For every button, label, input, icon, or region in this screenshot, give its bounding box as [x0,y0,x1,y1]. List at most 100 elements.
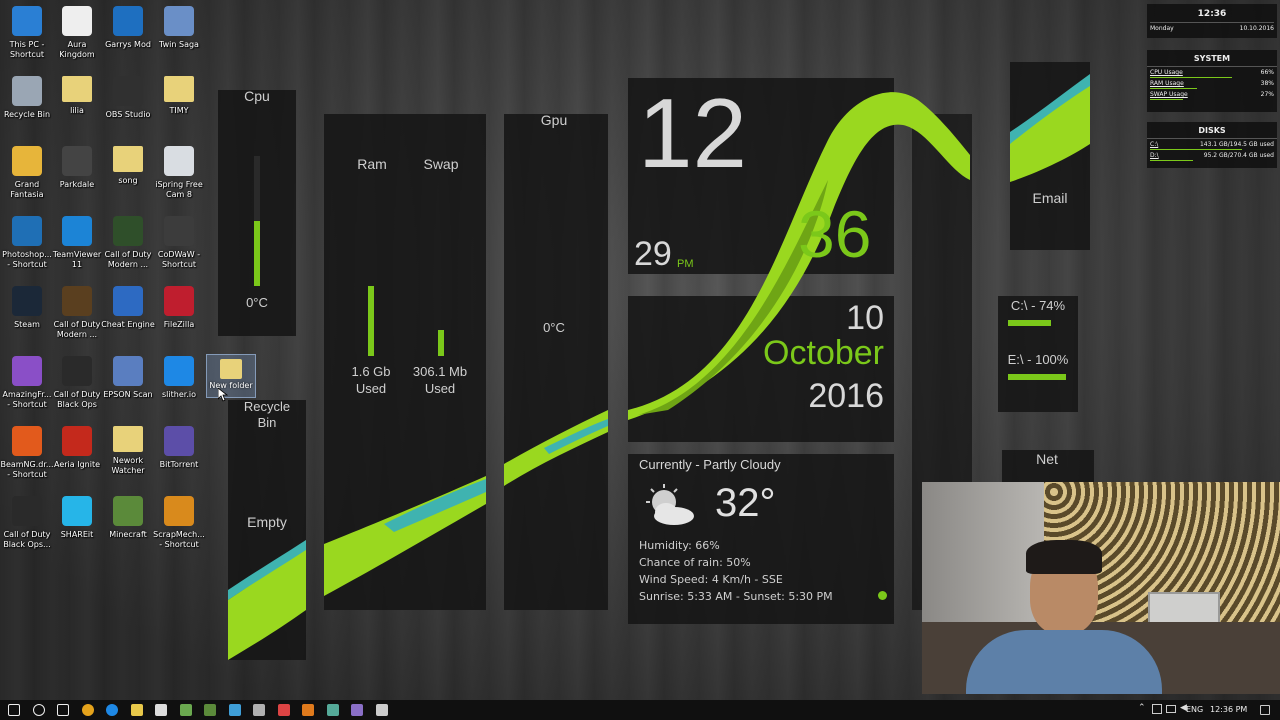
desktop-icon[interactable]: Recycle Bin [0,76,54,120]
desktop-icon[interactable]: This PC - Shortcut [0,6,54,60]
desktop-icon-label: Parkdale [59,180,95,189]
desktop-icon-label: Garrys Mod [105,40,151,49]
desktop-icon-new-folder[interactable]: New folder [206,354,256,398]
language-indicator[interactable]: ENG [1186,705,1203,714]
desktop-icon-label: Minecraft [109,530,147,539]
desktop-icon[interactable]: CoDWaW - Shortcut [152,216,206,270]
disk-usage-bar [1150,160,1194,161]
desktop-icon[interactable]: BeamNG.dr... - Shortcut [0,426,54,480]
weather-rain-chance: Chance of rain: 50% [639,556,751,569]
disk-label: D:\ [1150,152,1159,159]
desktop-icon[interactable]: Call of Duty Black Ops [50,356,104,410]
app-icon[interactable] [351,704,363,716]
desktop-icon[interactable]: Call of Duty Modern ... [50,286,104,340]
desktop-icon[interactable]: FileZilla [152,286,206,330]
disk-row: D:\ 95.2 GB/270.4 GB used [1147,150,1277,160]
task-view-icon[interactable] [57,704,69,716]
green-swoosh-decoration [228,540,306,660]
desktop-icon[interactable]: lilia [50,76,104,116]
notification-icon[interactable] [1260,705,1270,715]
desktop-icon[interactable]: iSpring Free Cam 8 [152,146,206,200]
desktop-icon[interactable]: Grand Fantasia [0,146,54,200]
weather-status-dot [878,591,887,600]
desktop-icon[interactable]: Twin Saga [152,6,206,50]
steam-icon[interactable] [375,704,388,716]
usage-value: 38% [1260,80,1274,87]
desktop-icon[interactable]: AmazingFr... - Shortcut [0,356,54,410]
tray-chevron-icon[interactable]: ⌃ [1138,703,1146,713]
drive-c-track [1008,320,1066,326]
drive-e-bar [1008,374,1066,380]
desktop-icon-label: Call of Duty Black Ops [53,390,101,409]
app-icon[interactable] [228,704,241,716]
desktop-icon-label: Recycle Bin [3,110,51,119]
desktop-icon-label: OBS Studio [105,110,151,119]
network-icon[interactable] [1152,704,1162,714]
teamviewer-icon [62,216,92,246]
clock-hour: 12 [638,78,748,188]
recycle-bin-widget[interactable]: Recycle Bin Empty [228,400,306,660]
system-clock-widget: 12:36 Monday 10.10.2016 [1147,4,1277,38]
store-icon[interactable] [155,704,167,716]
desktop-icon[interactable]: Aura Kingdom [50,6,104,60]
disk-rows: C:\ 143.1 GB/194.5 GB used D:\ 95.2 GB/270.… [1147,139,1277,161]
app-icon[interactable] [253,704,265,716]
desktop-icon[interactable]: Photoshop... - Shortcut [0,216,54,270]
computer-icon [12,6,42,36]
app-icon[interactable] [302,704,314,716]
chrome-icon[interactable] [81,704,94,716]
file-explorer-icon[interactable] [130,704,143,716]
star-icon [164,216,194,246]
skull-icon [62,356,92,386]
start-icon[interactable] [8,704,20,716]
disk-value: 95.2 GB/270.4 GB used [1203,152,1274,159]
cod-icon [113,216,143,246]
desktop-icon[interactable]: TIMY [152,76,206,116]
green-swoosh-decoration [1010,74,1090,182]
app-icon[interactable] [326,704,339,716]
desktop-icon[interactable]: OBS Studio [101,76,155,120]
usage-label: SWAP Usage [1150,91,1188,98]
desktop-icon[interactable]: SHAREit [50,496,104,540]
system-date: 10.10.2016 [1239,25,1274,32]
folder-icon [62,76,92,102]
desktop-icon[interactable]: slither.io [152,356,206,400]
desktop-icon[interactable]: TeamViewer 11 [50,216,104,270]
desktop-icon[interactable]: song [101,146,155,186]
desktop-icon[interactable]: Parkdale [50,146,104,190]
desktop-icon[interactable]: BitTorrent [152,426,206,470]
desktop-icon-label: TIMY [169,106,189,115]
desktop-icon-label: Grand Fantasia [10,180,44,199]
desktop-icon-label: Call of Duty Black Ops... [3,530,51,549]
mouse-cursor [218,388,228,402]
desktop-icon[interactable]: ScrapMech... - Shortcut [152,496,206,550]
minecraft-icon[interactable] [204,704,216,716]
desktop-icon[interactable]: Call of Duty Modern ... [101,216,155,270]
desktop-icon[interactable]: Cheat Engine [101,286,155,330]
cod-icon [62,286,92,316]
battery-icon[interactable] [1166,705,1176,713]
desktop-icon[interactable]: Garrys Mod [101,6,155,50]
taskbar-clock[interactable]: 12:36 PM [1210,705,1247,714]
system-usage-rows: CPU Usage 66% RAM Usage 38% SWAP Usage 27% [1147,67,1277,100]
desktop-icon[interactable]: Aeria Ignite [50,426,104,470]
app-icon[interactable] [179,704,192,716]
desktop-icon[interactable]: Minecraft [101,496,155,540]
desktop-icon[interactable]: Steam [0,286,54,330]
usage-bar [1150,99,1184,100]
email-widget[interactable]: Email [1010,62,1090,250]
search-icon[interactable] [32,704,45,716]
system-day: Monday [1150,25,1174,32]
filezilla-icon [164,286,194,316]
speedometer-icon [62,146,92,176]
clock-ampm: PM [677,258,694,270]
desktop-icon[interactable]: EPSON Scan [101,356,155,400]
desktop-icon[interactable]: Call of Duty Black Ops... [0,496,54,550]
desktop-icon-label: Nework Watcher [111,456,145,475]
partly-cloudy-icon [646,484,694,525]
edge-icon[interactable] [106,704,118,716]
desktop-icon[interactable]: Nework Watcher [101,426,155,476]
system-usage-row: RAM Usage 38% [1147,78,1277,88]
usage-label: CPU Usage [1150,69,1183,76]
app-icon[interactable] [277,704,290,716]
